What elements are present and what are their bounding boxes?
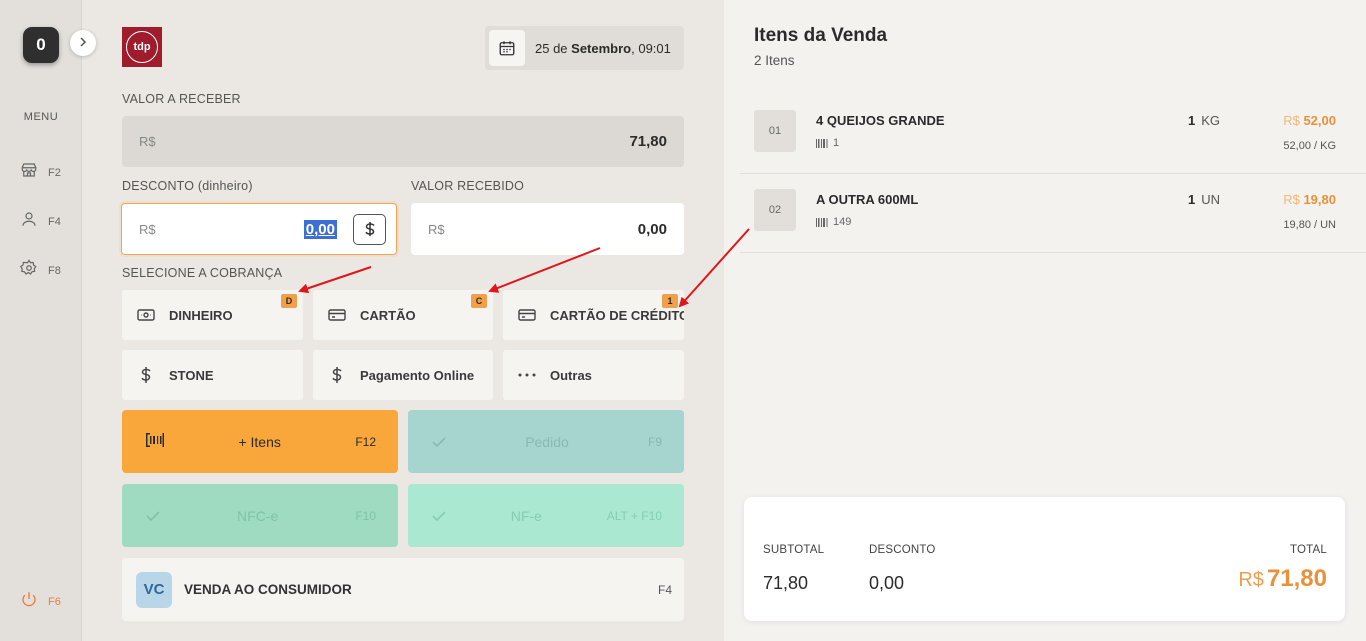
payment-option-pagamento-online[interactable]: Pagamento Online: [313, 350, 493, 400]
dollar-icon: [137, 366, 155, 384]
nfce-button[interactable]: NFC-e F10: [122, 484, 398, 547]
valor-recebido-label: VALOR RECEBIDO: [411, 179, 525, 193]
payment-option-cartao[interactable]: CARTÃO C: [313, 290, 493, 340]
store-logo: tdp: [122, 27, 162, 67]
dots-icon: [518, 373, 536, 377]
barcode-icon: [816, 217, 828, 227]
subtotal-label: SUBTOTAL: [763, 544, 825, 556]
sidebar-key-f4: F4: [48, 215, 61, 228]
valor-receber-display: R$ 71,80: [122, 116, 684, 167]
check-icon: [432, 434, 446, 450]
sidebar-item-store[interactable]: F2: [20, 161, 61, 184]
pedido-button[interactable]: Pedido F9: [408, 410, 684, 473]
chevron-right-icon: [78, 34, 88, 52]
desconto-label: DESCONTO (dinheiro): [122, 179, 253, 193]
add-items-button[interactable]: + Itens F12: [122, 410, 398, 473]
check-icon: [432, 508, 446, 524]
valor-receber-value: 71,80: [629, 133, 667, 150]
power-icon: [20, 590, 38, 613]
sidebar-item-user[interactable]: F4: [20, 210, 61, 233]
date-text: 25 de Setembro, 09:01: [535, 40, 671, 56]
check-icon: [146, 508, 160, 524]
customer-shortcut: F4: [657, 582, 672, 597]
payment-option-stone[interactable]: STONE: [122, 350, 303, 400]
cash-icon: [137, 308, 155, 322]
sidebar: 0 MENU F2 F4 F8 F6: [0, 0, 82, 641]
currency-toggle-button[interactable]: [353, 213, 386, 245]
calendar-icon: [489, 30, 525, 66]
total-label: TOTAL: [1290, 544, 1327, 556]
desconto-total-value: 0,00: [869, 573, 905, 593]
avatar: VC: [136, 571, 172, 608]
sidebar-key-f8: F8: [48, 264, 61, 277]
sidebar-item-settings[interactable]: F8: [19, 259, 61, 282]
shortcut-badge: C: [471, 294, 487, 308]
subtotal-value: 71,80: [763, 573, 809, 593]
desconto-total-label: DESCONTO: [869, 544, 936, 556]
list-item[interactable]: 01 4 QUEIJOS GRANDE 1 1 KG R$ 52,00 52,00…: [740, 95, 1366, 174]
payment-panel: tdp 25 de Setembro, 09:01 VALOR A RECEBE…: [83, 0, 724, 641]
valor-receber-label: VALOR A RECEBER: [122, 92, 241, 106]
valor-recebido-value: 0,00: [637, 220, 667, 238]
gear-icon: [19, 259, 38, 282]
total-value: R$ 71,80: [1238, 565, 1327, 592]
desconto-value[interactable]: 0,00: [303, 219, 337, 239]
shortcut-badge: D: [281, 294, 297, 308]
list-item[interactable]: 02 A OUTRA 600ML 149 1 UN R$ 19,80 19,80 …: [740, 174, 1366, 253]
desconto-input[interactable]: R$ 0,00: [121, 203, 397, 255]
sidebar-key-f2: F2: [48, 166, 61, 179]
date-display: 25 de Setembro, 09:01: [485, 26, 684, 70]
sale-item-count: 2 Itens: [754, 53, 795, 68]
payment-option-dinheiro[interactable]: DINHEIRO D: [122, 290, 303, 340]
barcode-icon: [816, 138, 828, 148]
card-icon: [328, 308, 346, 322]
payment-option-outras[interactable]: Outras: [503, 350, 684, 400]
dollar-icon: [328, 366, 346, 384]
menu-label: MENU: [23, 111, 59, 123]
sidebar-item-power[interactable]: F6: [20, 590, 61, 613]
sale-items-panel: Itens da Venda 2 Itens 01 4 QUEIJOS GRAN…: [724, 0, 1366, 641]
dollar-icon: [364, 222, 375, 236]
expand-sidebar-button[interactable]: [70, 30, 96, 56]
shortcut-badge: 1: [662, 294, 678, 308]
sale-title: Itens da Venda: [754, 25, 888, 46]
barcode-icon: [146, 433, 164, 450]
store-icon: [20, 161, 38, 184]
cobranca-label: SELECIONE A COBRANÇA: [122, 266, 283, 280]
customer-name: VENDA AO CONSUMIDOR: [184, 582, 352, 597]
sidebar-key-f6: F6: [48, 595, 61, 608]
card-icon: [518, 308, 536, 322]
cart-counter[interactable]: 0: [23, 27, 59, 63]
nfe-button[interactable]: NF-e ALT + F10: [408, 484, 684, 547]
user-icon: [20, 210, 38, 233]
payment-option-cartao-credito[interactable]: CARTÃO DE CRÉDITO 1: [503, 290, 684, 340]
totals-card: SUBTOTAL 71,80 DESCONTO 0,00 TOTAL R$ 71,…: [744, 497, 1345, 621]
customer-selector[interactable]: VC VENDA AO CONSUMIDOR F4: [122, 558, 684, 621]
valor-recebido-input[interactable]: R$ 0,00: [411, 203, 684, 255]
